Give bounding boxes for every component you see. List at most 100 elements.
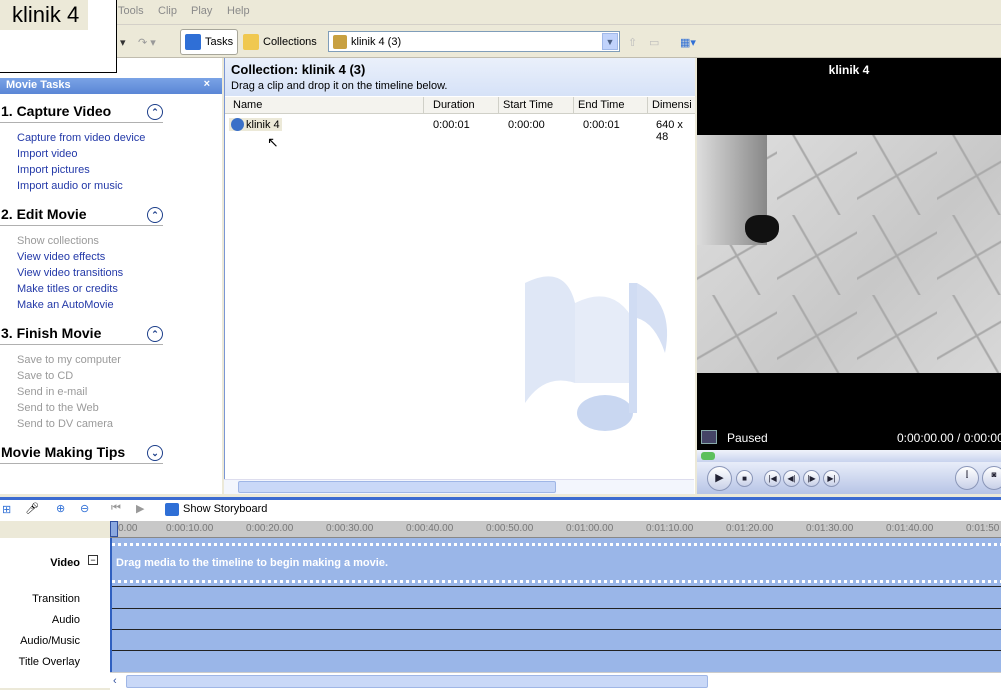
split-icon[interactable]: ⫿ <box>955 466 979 490</box>
task-section-header[interactable]: 1. Capture Video ⌃ <box>0 103 163 123</box>
tasks-title: Movie Tasks <box>6 79 71 91</box>
collections-button[interactable]: Collections <box>239 29 321 55</box>
popup-label: klinik 4 <box>0 0 88 30</box>
section-title: Movie Making Tips <box>1 444 126 460</box>
storyboard-icon <box>165 503 179 516</box>
task-link[interactable]: View video effects <box>17 251 105 263</box>
preview-monitor: klinik 4 Paused 0:00:00.00 / 0:00:00.9 ▶… <box>697 58 1001 494</box>
folder-icon <box>243 34 259 50</box>
chevron-up-icon[interactable]: ⌃ <box>147 207 163 223</box>
timeline-ruler[interactable]: 0.00 0:00:10.00 0:00:20.00 0:00:30.00 0:00:4… <box>110 521 1001 538</box>
task-link[interactable]: Save to my computer <box>17 354 121 366</box>
movie-tasks-pane: Movie Tasks × 1. Capture Video ⌃ Capture fr… <box>0 58 222 494</box>
menu-play[interactable]: Play <box>191 5 212 17</box>
film-icon <box>333 34 347 49</box>
zoom-out-icon[interactable]: ⊖ <box>80 502 89 515</box>
clip-start: 0:00:00 <box>508 119 545 131</box>
previous-icon[interactable]: |◀ <box>764 470 781 487</box>
show-storyboard-button[interactable]: Show Storyboard <box>165 503 267 516</box>
playhead[interactable] <box>110 521 118 537</box>
snapshot-camera-icon[interactable]: ◙ <box>982 466 1001 490</box>
column-start-time[interactable]: Start Time <box>499 97 574 114</box>
scrollbar-thumb[interactable] <box>126 675 708 688</box>
task-link[interactable]: Send to the Web <box>17 402 99 414</box>
task-link[interactable]: Send to DV camera <box>17 418 113 430</box>
timeline-hint: Drag media to the timeline to begin maki… <box>116 557 388 569</box>
track-label: Audio/Music <box>20 635 80 647</box>
task-link[interactable]: View video transitions <box>17 267 123 279</box>
menu-bar: Tools Clip Play Help <box>0 0 1001 25</box>
clip-dimensions: 640 x 48 <box>656 119 683 143</box>
preview-title: klinik 4 <box>828 63 870 77</box>
task-link[interactable]: Make titles or credits <box>17 283 118 295</box>
timeline-scrollbar[interactable]: ‹ <box>110 672 1001 690</box>
playback-time: 0:00:00.00 / 0:00:00.9 <box>897 431 1001 445</box>
undo-dropdown[interactable]: ▾ <box>116 29 130 55</box>
tasks-icon <box>185 34 201 50</box>
track-label: Transition <box>32 593 80 605</box>
column-end-time[interactable]: End Time <box>574 97 648 114</box>
show-storyboard-label: Show Storyboard <box>183 503 268 515</box>
clip-item[interactable]: klinik 4 <box>229 118 282 131</box>
task-link[interactable]: Import video <box>17 148 78 160</box>
ruler-tick-label: 0:00:20.00 <box>246 523 294 534</box>
task-link[interactable]: Send in e-mail <box>17 386 87 398</box>
seek-bar[interactable] <box>697 450 1001 462</box>
clip-name: klinik 4 <box>246 118 280 131</box>
chevron-up-icon[interactable]: ⌃ <box>147 326 163 342</box>
views-button[interactable]: ▦▾ <box>676 29 700 55</box>
chevron-up-icon[interactable]: ⌃ <box>147 104 163 120</box>
task-link[interactable]: Import audio or music <box>17 180 123 192</box>
tasks-label: Tasks <box>205 36 234 48</box>
stop-icon[interactable]: ■ <box>736 470 753 487</box>
tasks-button[interactable]: Tasks <box>180 29 239 55</box>
track-labels: Video − Transition Audio Audio/Music Title … <box>0 538 110 688</box>
close-icon[interactable]: × <box>204 78 210 90</box>
track-label: Audio <box>51 614 80 626</box>
playback-controls: ▶ ■ |◀ ◀| |▶ ▶| ⫿ ◙ <box>697 462 1001 494</box>
menu-clip[interactable]: Clip <box>158 5 177 17</box>
timeline-tracks[interactable]: Drag media to the timeline to begin maki… <box>110 538 1001 672</box>
undock-icon[interactable] <box>701 430 717 444</box>
new-folder-button[interactable]: ▭ <box>645 29 663 55</box>
collapse-icon[interactable]: − <box>88 555 98 565</box>
clip-duration: 0:00:01 <box>433 119 470 131</box>
chevron-down-icon[interactable]: ⌄ <box>147 445 163 461</box>
seek-handle[interactable] <box>701 452 715 460</box>
chevron-down-icon[interactable]: ▼ <box>602 33 618 50</box>
status-bar: Paused 0:00:00.00 / 0:00:00.9 <box>697 428 1001 448</box>
up-button[interactable]: ⇧ <box>624 29 641 55</box>
column-name[interactable]: Name <box>225 97 424 114</box>
zoom-in-icon[interactable]: ⊕ <box>56 502 65 515</box>
play-icon[interactable]: ▶ <box>707 466 732 491</box>
column-duration[interactable]: Duration <box>424 97 499 114</box>
menu-tools[interactable]: Tools <box>118 5 144 17</box>
play-timeline-icon[interactable]: ▶ <box>136 502 144 515</box>
column-dimensions[interactable]: Dimensi <box>648 97 695 114</box>
task-section-header[interactable]: Movie Making Tips ⌄ <box>0 444 163 464</box>
step-forward-icon[interactable]: |▶ <box>803 470 820 487</box>
collection-select[interactable]: klinik 4 (3) ▼ <box>328 31 620 52</box>
task-link[interactable]: Make an AutoMovie <box>17 299 114 311</box>
step-back-icon[interactable]: ◀| <box>783 470 800 487</box>
redo-button[interactable]: ↷ ▾ <box>134 29 160 55</box>
task-link[interactable]: Show collections <box>17 235 99 247</box>
rewind-icon[interactable]: ⏮︎ <box>111 502 121 515</box>
task-link[interactable]: Import pictures <box>17 164 90 176</box>
task-link[interactable]: Capture from video device <box>17 132 145 144</box>
ruler-tick-label: 0:01:40.00 <box>886 523 934 534</box>
ruler-tick-label: 0:00:10.00 <box>166 523 214 534</box>
collection-scrollbar[interactable] <box>224 479 694 494</box>
next-icon[interactable]: ▶| <box>823 470 840 487</box>
task-section-header[interactable]: 3. Finish Movie ⌃ <box>0 325 163 345</box>
scrollbar-thumb[interactable] <box>238 481 556 493</box>
playback-status: Paused <box>727 431 768 445</box>
collection-pane: Collection: klinik 4 (3) Drag a clip and… <box>224 58 695 494</box>
menu-help[interactable]: Help <box>227 5 250 17</box>
set-audio-levels-icon[interactable]: ⊞ <box>2 503 11 516</box>
task-section-header[interactable]: 2. Edit Movie ⌃ <box>0 206 163 226</box>
scroll-left-icon[interactable]: ‹ <box>113 675 117 687</box>
task-link[interactable]: Save to CD <box>17 370 73 382</box>
narrate-microphone-icon[interactable]: 🎤︎ <box>25 502 39 515</box>
ruler-tick-label: 0.00 <box>118 523 138 534</box>
